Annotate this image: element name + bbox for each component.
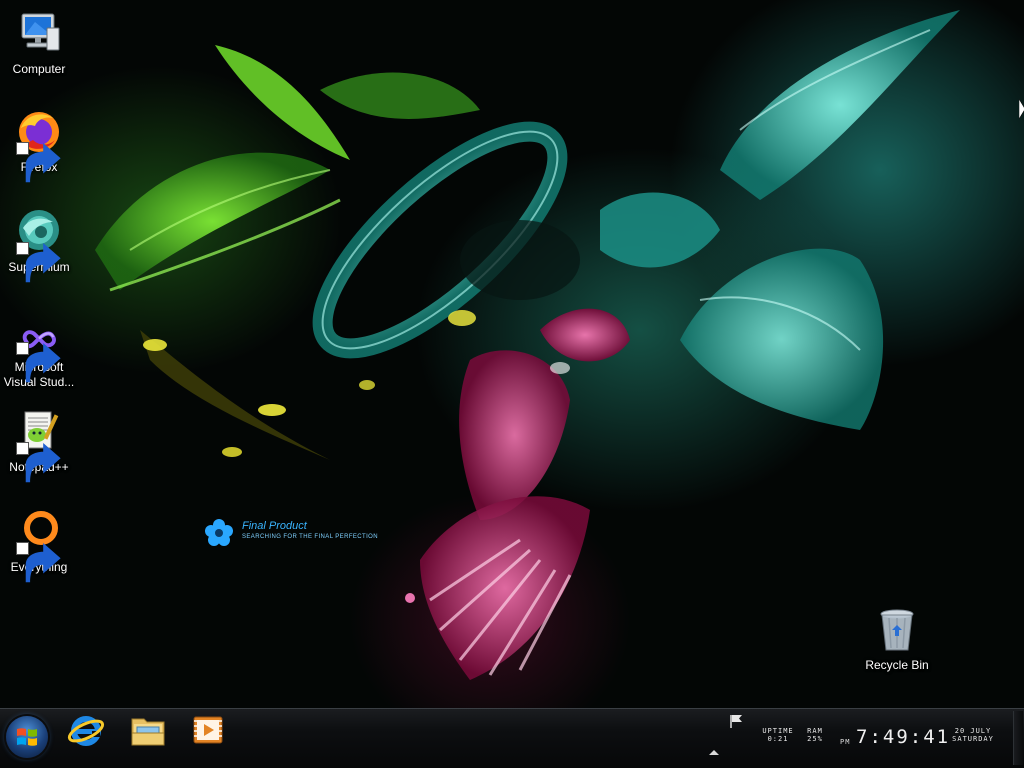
desktop-icon-firefox[interactable]: Firefox — [1, 108, 77, 183]
desktop[interactable]: Computer Firefox Supermium Microsoft Vis… — [0, 0, 1024, 708]
internet-explorer-icon — [67, 716, 105, 746]
uptime-label: UPTIME — [762, 727, 794, 735]
desktop-icon-computer[interactable]: Computer — [1, 10, 77, 77]
desktop-icon-supermium[interactable]: Supermium — [1, 208, 77, 283]
uptime-value: 0:21 — [767, 735, 789, 743]
shortcut-arrow-icon — [16, 242, 61, 283]
taskbar: UPTIME 0:21 RAM 25% PM 7:49:41 20 JULY S… — [0, 708, 1024, 768]
clock-ampm: PM — [840, 738, 851, 746]
weekday-value: SATURDAY — [952, 735, 994, 743]
brand-title: Final Product — [242, 520, 307, 532]
computer-icon — [21, 13, 60, 51]
ram-value: 25% — [807, 735, 823, 743]
desktop-icon-label: Computer — [12, 62, 66, 76]
flower-icon — [205, 519, 233, 546]
desktop-icon-recycle-bin[interactable]: Recycle Bin — [859, 606, 935, 673]
shortcut-arrow-icon — [16, 442, 61, 483]
taskbar-pinned-internet-explorer[interactable] — [66, 711, 106, 751]
shortcut-arrow-icon — [16, 142, 61, 183]
show-desktop-button[interactable] — [1013, 711, 1023, 765]
shortcut-arrow-icon — [16, 342, 61, 383]
desktop-icon-label: Recycle Bin — [865, 658, 929, 672]
ram-widget: RAM 25% — [800, 727, 830, 743]
windows-orb-icon — [17, 728, 37, 746]
desktop-icon-visual-studio[interactable]: Microsoft Visual Stud... — [1, 318, 77, 390]
brand-subtitle: Searching for the final perfection — [242, 534, 378, 540]
recycle-bin-icon — [880, 609, 914, 651]
file-explorer-icon — [131, 718, 165, 746]
desktop-icon-notepadpp[interactable]: Notepad++ — [1, 408, 77, 483]
wallpaper-art — [95, 10, 960, 680]
taskbar-pinned-media-player[interactable] — [188, 711, 228, 751]
date-value: 20 JULY — [954, 727, 992, 735]
uptime-widget: UPTIME 0:21 — [756, 727, 800, 743]
clock-time[interactable]: 7:49:41 — [856, 726, 950, 748]
mouse-cursor-icon — [1019, 99, 1024, 120]
desktop-icon-everything[interactable]: Everything — [1, 508, 77, 583]
date-widget[interactable]: 20 JULY SATURDAY — [942, 727, 1004, 743]
ram-label: RAM — [807, 727, 823, 735]
start-button[interactable] — [6, 716, 48, 758]
show-hidden-icons-chevron-icon[interactable] — [707, 747, 721, 757]
shortcut-arrow-icon — [16, 542, 61, 583]
media-player-icon — [193, 716, 223, 744]
taskbar-pinned-file-explorer[interactable] — [128, 711, 168, 751]
wallpaper-brand: Final Product Searching for the final pe… — [204, 516, 378, 548]
action-center-flag-icon[interactable] — [727, 713, 747, 729]
